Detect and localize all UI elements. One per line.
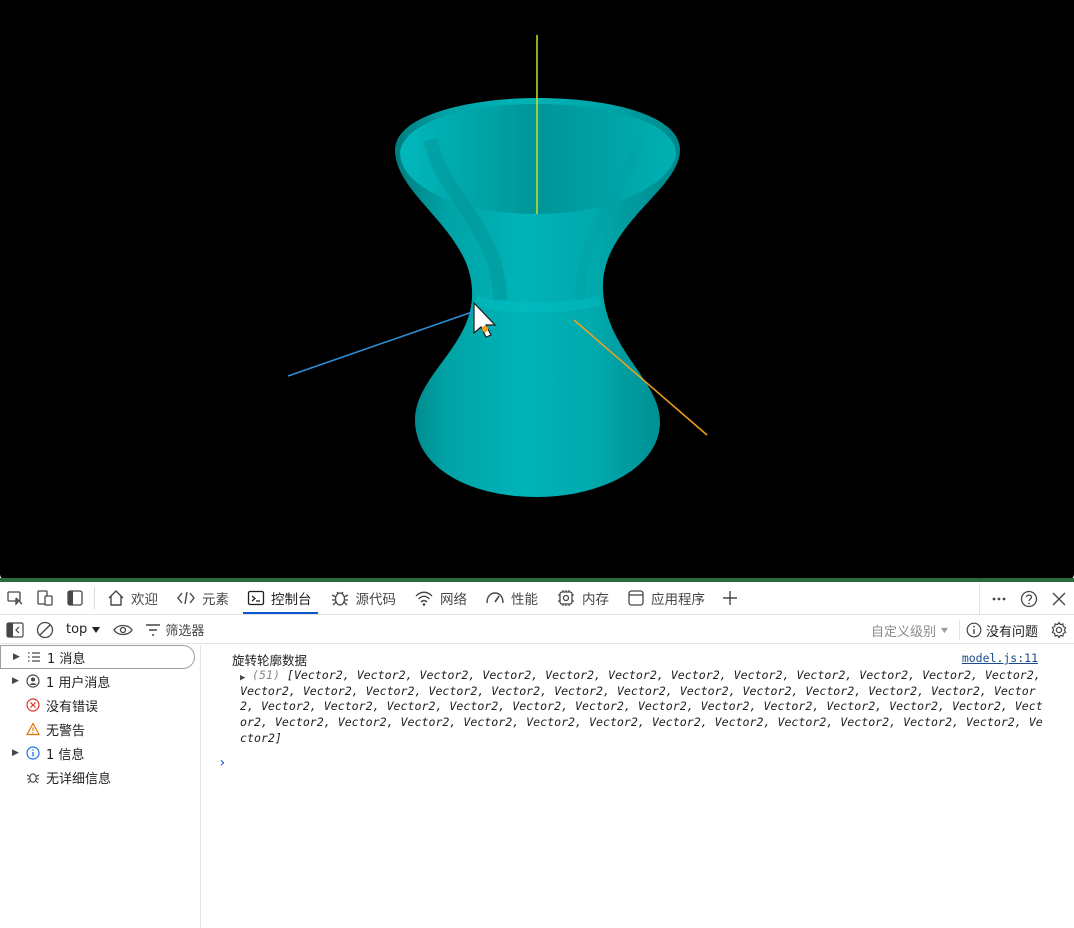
array-items: [Vector2, Vector2, Vector2, Vector2, Vec…	[240, 668, 1043, 745]
sidebar-item-label: 1 用户消息	[46, 675, 111, 691]
tab-label: 源代码	[355, 592, 397, 608]
sidebar-item-label: 无警告	[46, 723, 86, 739]
tab-application[interactable]: 应用程序	[619, 582, 715, 614]
issues-button[interactable]: 没有问题	[958, 620, 1044, 640]
tab-label: 元素	[202, 592, 229, 608]
show-sidebar-icon[interactable]	[0, 616, 30, 644]
hyperboloid-scene	[287, 35, 708, 497]
log-level-dropdown[interactable]: 自定义级别	[861, 621, 959, 640]
sidebar-item-label: 1 消息	[47, 651, 86, 667]
sidebar-item-verbose[interactable]: 无详细信息	[0, 765, 200, 789]
verbose-icon	[24, 770, 42, 784]
log-level-label: 自定义级别	[870, 624, 936, 640]
sidebar-item-user-messages[interactable]: ▶ 1 用户消息	[0, 669, 200, 693]
filter-button[interactable]: 筛选器	[139, 616, 210, 644]
context-value: top	[66, 622, 88, 637]
array-preview-text: (51) [Vector2, Vector2, Vector2, Vector2…	[240, 668, 1045, 747]
array-count: (51)	[252, 668, 280, 682]
code-icon	[177, 591, 195, 605]
context-selector[interactable]: top	[60, 616, 107, 644]
tab-label: 性能	[511, 592, 538, 608]
tab-label: 内存	[582, 592, 609, 608]
console-prompt[interactable]: ›	[218, 755, 226, 771]
info-icon	[966, 622, 982, 638]
tab-label: 欢迎	[131, 592, 158, 608]
tab-label: 应用程序	[651, 592, 705, 608]
caret-down-icon	[92, 626, 101, 633]
sidebar-item-warnings[interactable]: 无警告	[0, 717, 200, 741]
sidebar-item-label: 无详细信息	[46, 771, 112, 787]
tab-elements[interactable]: 元素	[168, 582, 239, 614]
expand-caret-icon[interactable]: ▶	[12, 748, 24, 758]
devtools-panel: 欢迎 元素 控制台 源代码 网络 性能 内存 应用程序 top 筛选器 自定义级…	[0, 582, 1074, 928]
user-icon	[24, 674, 42, 688]
sidebar-item-label: 没有错误	[46, 699, 99, 715]
tabbar-actions	[979, 582, 1074, 615]
issues-label: 没有问题	[985, 624, 1038, 640]
sidebar-item-errors[interactable]: 没有错误	[0, 693, 200, 717]
console-toolbar-right: 自定义级别 没有问题	[861, 616, 1074, 644]
sidebar-item-label: 1 信息	[46, 747, 85, 763]
live-expression-icon[interactable]	[107, 616, 139, 644]
expand-caret-icon[interactable]: ▶	[240, 671, 245, 687]
expand-caret-icon[interactable]: ▶	[12, 676, 24, 686]
clear-console-icon[interactable]	[30, 616, 60, 644]
filter-label: 筛选器	[165, 624, 205, 639]
app-icon	[628, 590, 644, 606]
dock-side-icon[interactable]	[60, 583, 90, 613]
chip-icon	[558, 590, 574, 606]
bug-icon	[331, 591, 348, 606]
error-icon	[24, 698, 42, 712]
inspect-element-icon[interactable]	[0, 583, 30, 613]
log-message: 旋转轮廓数据	[232, 653, 308, 668]
wifi-icon	[415, 591, 433, 606]
sidebar-item-info[interactable]: ▶ 1 信息	[0, 741, 200, 765]
expand-caret-icon[interactable]: ▶	[13, 652, 25, 662]
toolbar-divider	[94, 587, 95, 609]
help-icon[interactable]	[1014, 584, 1044, 614]
list-icon	[25, 651, 43, 663]
tab-performance[interactable]: 性能	[477, 582, 548, 614]
info-icon	[24, 746, 42, 760]
tab-console[interactable]: 控制台	[239, 582, 322, 614]
console-output[interactable]: 旋转轮廓数据 model.js:11 ▶ (51) [Vector2, Vect…	[202, 645, 1074, 928]
gauge-icon	[486, 592, 504, 604]
log-array-preview[interactable]: ▶ (51) [Vector2, Vector2, Vector2, Vecto…	[240, 668, 1045, 747]
tab-memory[interactable]: 内存	[548, 582, 619, 614]
threejs-canvas[interactable]	[0, 0, 1074, 580]
tab-sources[interactable]: 源代码	[322, 582, 407, 614]
devtools-tabbar: 欢迎 元素 控制台 源代码 网络 性能 内存 应用程序	[0, 582, 1074, 615]
device-toolbar-icon[interactable]	[30, 583, 60, 613]
console-toolbar: top 筛选器 自定义级别 没有问题	[0, 616, 1074, 644]
close-icon[interactable]	[1044, 584, 1074, 614]
caret-down-icon	[940, 627, 948, 633]
filter-icon	[146, 623, 161, 636]
console-settings-icon[interactable]	[1044, 616, 1074, 644]
warning-icon	[24, 722, 42, 736]
console-icon	[247, 590, 265, 606]
add-tab-icon[interactable]	[715, 583, 745, 613]
tab-network[interactable]: 网络	[406, 582, 477, 614]
console-sidebar: ▶ 1 消息 ▶ 1 用户消息 没有错误 无警告 ▶ 1 信息 无详细信息	[0, 645, 201, 928]
toolbar-divider	[979, 582, 980, 615]
sidebar-item-messages[interactable]: ▶ 1 消息	[0, 645, 195, 669]
tab-label: 网络	[440, 592, 467, 608]
log-source-link[interactable]: model.js:11	[962, 651, 1038, 665]
more-options-icon[interactable]	[984, 584, 1014, 614]
home-icon	[108, 590, 124, 606]
tab-label: 控制台	[271, 592, 312, 608]
tab-welcome[interactable]: 欢迎	[99, 582, 168, 614]
